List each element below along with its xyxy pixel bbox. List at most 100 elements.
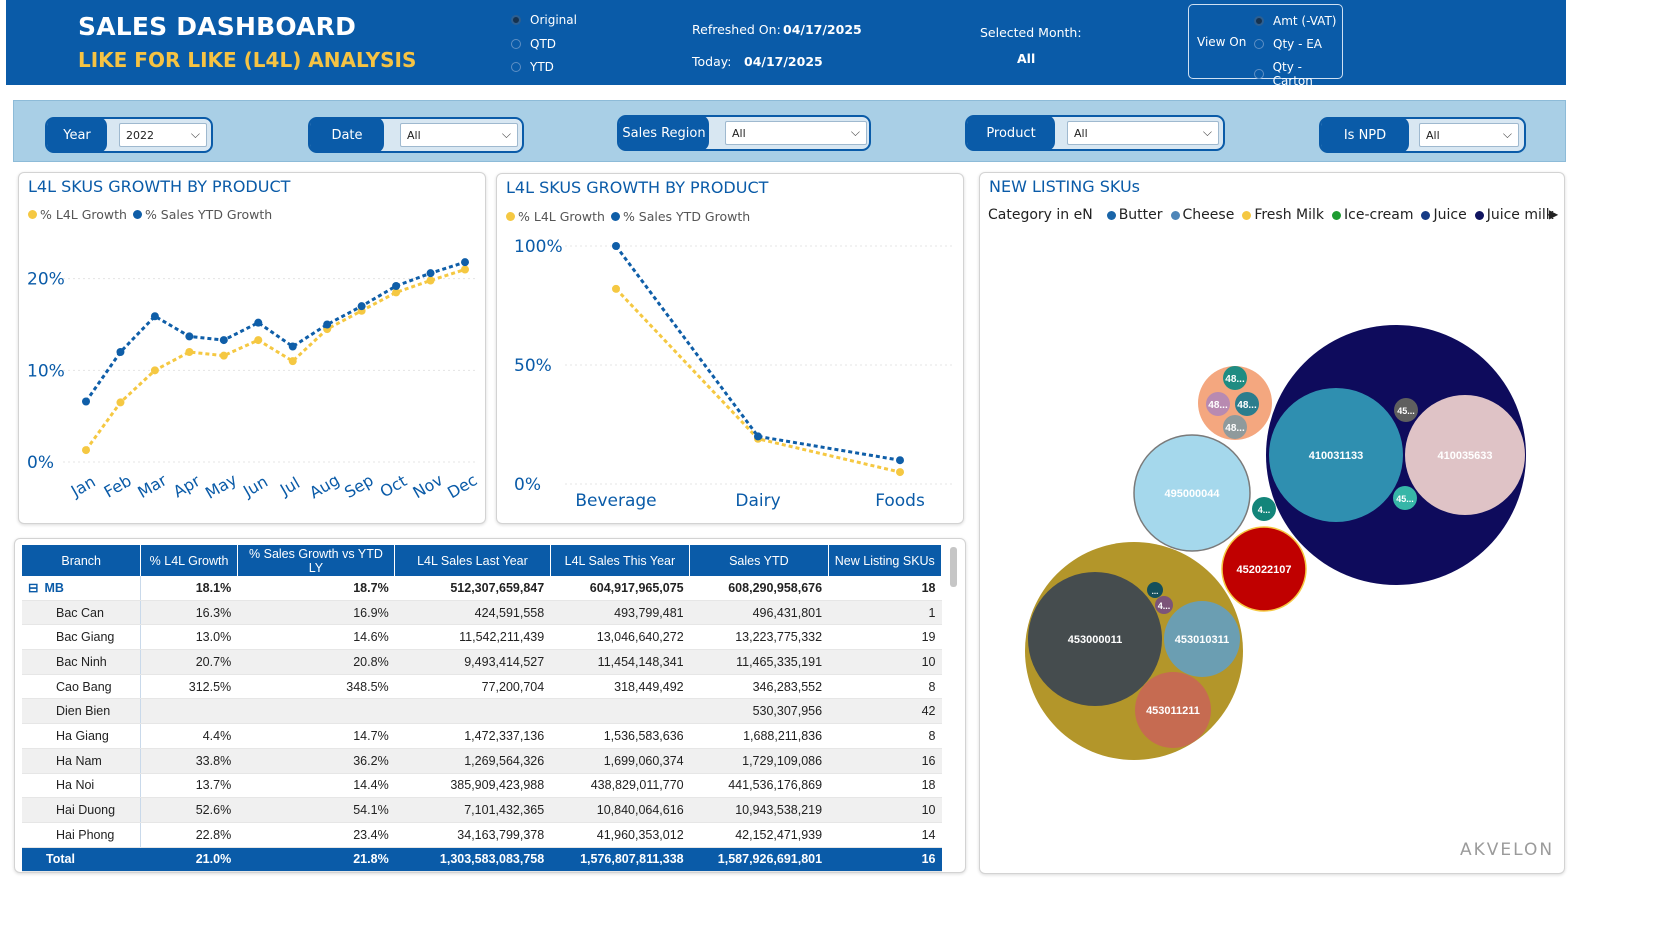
sku-bubble-label: 453010311 bbox=[1175, 634, 1229, 646]
branch-cell: Ha Giang bbox=[22, 723, 142, 749]
year-dropdown[interactable]: 2022 ⌵ bbox=[119, 123, 207, 147]
view-on-panel: View On Amt (-VAT) Qty - EA Qty - Carton bbox=[1188, 4, 1343, 88]
table-row[interactable]: Hai Phong 22.8% 23.4% 34,163,799,378 41,960,… bbox=[22, 822, 942, 848]
value-cell: 1,536,583,636 bbox=[550, 723, 690, 749]
period-option-qtd[interactable]: QTD bbox=[511, 37, 556, 51]
value-cell: 10,943,538,219 bbox=[689, 797, 829, 823]
sales-ytd-growth-point bbox=[426, 269, 435, 278]
l4l-growth-point bbox=[461, 265, 469, 274]
today-value: 04/17/2025 bbox=[744, 54, 823, 69]
value-cell: 52.6% bbox=[140, 797, 238, 823]
value-cell: 493,799,481 bbox=[550, 600, 690, 626]
sku-bubble-label: 4... bbox=[1158, 601, 1171, 611]
total-row[interactable]: Total 21.0% 21.8% 1,303,583,083,758 1,576,80… bbox=[22, 847, 942, 873]
value-cell: 16 bbox=[828, 847, 942, 873]
y-tick-label: 20% bbox=[27, 270, 65, 290]
y-tick-label: 50% bbox=[514, 356, 552, 376]
col-sales-ytd[interactable]: Sales YTD bbox=[689, 545, 829, 576]
table-row[interactable]: Bac Giang 13.0% 14.6% 11,542,211,439 13,046,… bbox=[22, 624, 942, 651]
table-row[interactable]: Bac Can 16.3% 16.9% 424,591,558 493,799,481 4… bbox=[22, 600, 942, 626]
value-cell: 18 bbox=[828, 773, 942, 799]
l4l-growth-line bbox=[614, 287, 901, 474]
value-cell: 1 bbox=[828, 600, 942, 626]
table-row[interactable]: Ha Giang 4.4% 14.7% 1,472,337,136 1,536,583,… bbox=[22, 723, 942, 749]
sales-region-dropdown[interactable]: All ⌵ bbox=[725, 121, 867, 145]
product-dropdown[interactable]: All ⌵ bbox=[1067, 121, 1219, 145]
table-scrollbar[interactable] bbox=[950, 547, 957, 587]
value-cell: 385,909,423,988 bbox=[394, 773, 551, 799]
col-l4l-growth[interactable]: % L4L Growth bbox=[140, 545, 238, 576]
value-cell: 11,542,211,439 bbox=[394, 624, 551, 651]
table-row[interactable]: Ha Noi 13.7% 14.4% 385,909,423,988 438,829,0… bbox=[22, 773, 942, 799]
table-row[interactable]: Bac Ninh 20.7% 20.8% 9,493,414,527 11,454,14… bbox=[22, 649, 942, 675]
table-row[interactable]: Cao Bang 312.5% 348.5% 77,200,704 318,449,49… bbox=[22, 674, 942, 700]
sales-ytd-growth-point bbox=[82, 397, 90, 406]
today-label: Today: bbox=[692, 54, 732, 69]
sales-ytd-growth-point bbox=[357, 302, 366, 311]
value-cell: 1,587,926,691,801 bbox=[689, 847, 829, 873]
npd-dropdown[interactable]: All ⌵ bbox=[1419, 123, 1519, 147]
value-cell: 36.2% bbox=[237, 748, 395, 774]
branch-cell: Hai Phong bbox=[22, 822, 142, 848]
col-new-listing[interactable]: New Listing SKUs bbox=[828, 545, 943, 576]
branch-cell: Dien Bien bbox=[22, 698, 142, 725]
sales-ytd-growth-point bbox=[254, 318, 263, 327]
table-row[interactable]: Dien Bien 530,307,956 42 bbox=[22, 698, 942, 725]
view-option-qty-carton[interactable]: Qty - Carton bbox=[1254, 60, 1342, 88]
value-cell: 10,840,064,616 bbox=[550, 797, 690, 823]
value-cell: 1,699,060,374 bbox=[550, 748, 690, 774]
x-tick-label: Jun bbox=[239, 472, 271, 501]
value-cell: 14.7% bbox=[237, 723, 395, 749]
table-row[interactable]: Hai Duong 52.6% 54.1% 7,101,432,365 10,840,0… bbox=[22, 797, 942, 823]
l4l-growth-point bbox=[82, 446, 90, 455]
x-tick-label: Foods bbox=[875, 491, 925, 511]
sales-ytd-growth-point bbox=[392, 282, 401, 290]
period-option-ytd[interactable]: YTD bbox=[511, 60, 554, 74]
chevron-down-icon: ⌵ bbox=[1502, 127, 1512, 141]
sku-bubble-label: 410035633 bbox=[1437, 450, 1492, 462]
value-cell: 22.8% bbox=[140, 822, 238, 848]
branch-cell: Ha Nam bbox=[22, 748, 142, 774]
sales-ytd-growth-point bbox=[185, 332, 194, 341]
chevron-down-icon: ⌵ bbox=[190, 127, 200, 141]
year-slicer: Year 2022 ⌵ bbox=[45, 117, 213, 153]
new-listing-skus-card: NEW LISTING SKUs Category in eN Butter C… bbox=[979, 172, 1565, 874]
value-cell: 424,591,558 bbox=[394, 600, 551, 626]
value-cell: 23.4% bbox=[237, 822, 395, 848]
value-cell: 18.7% bbox=[237, 576, 395, 601]
value-cell: 13,223,775,332 bbox=[689, 624, 829, 651]
collapse-icon[interactable]: ⊟ bbox=[28, 581, 38, 595]
value-cell: 7,101,432,365 bbox=[394, 797, 551, 823]
y-tick-label: 100% bbox=[514, 237, 563, 257]
npd-slicer-label: Is NPD bbox=[1321, 117, 1409, 153]
col-branch[interactable]: Branch bbox=[22, 545, 142, 576]
sales-ytd-growth-point bbox=[754, 432, 762, 441]
x-tick-label: Jul bbox=[276, 473, 303, 500]
sku-bubble-label: 453000011 bbox=[1068, 634, 1122, 646]
chevron-down-icon: ⌵ bbox=[1202, 125, 1212, 139]
value-cell: 21.0% bbox=[140, 847, 238, 873]
group-row-mb[interactable]: ⊟ MB 18.1% 18.7% 512,307,659,847 604,917,965,… bbox=[22, 576, 942, 601]
dashboard-header: SALES DASHBOARD LIKE FOR LIKE (L4L) ANAL… bbox=[6, 0, 1566, 88]
value-cell bbox=[394, 698, 551, 725]
view-option-qty-ea[interactable]: Qty - EA bbox=[1254, 37, 1322, 51]
sku-bubble-label: 452022107 bbox=[1236, 564, 1291, 576]
l4l-growth-point bbox=[288, 357, 297, 366]
product-slicer-label: Product bbox=[967, 115, 1055, 151]
l4l-growth-point bbox=[219, 351, 228, 360]
x-tick-label: Oct bbox=[377, 471, 410, 501]
year-slicer-label: Year bbox=[47, 117, 107, 153]
date-dropdown[interactable]: All ⌵ bbox=[400, 123, 518, 147]
l4l-growth-point bbox=[185, 348, 194, 356]
period-option-original[interactable]: Original bbox=[511, 13, 577, 27]
branch-cell: Cao Bang bbox=[22, 674, 142, 700]
col-l4l-last-year[interactable]: L4L Sales Last Year bbox=[394, 545, 551, 576]
table-row[interactable]: Ha Nam 33.8% 36.2% 1,269,564,326 1,699,060,3… bbox=[22, 748, 942, 774]
view-option-amt[interactable]: Amt (-VAT) bbox=[1254, 14, 1336, 28]
value-cell: 441,536,176,869 bbox=[689, 773, 829, 799]
col-sales-growth[interactable]: % Sales Growth vs YTD LY bbox=[237, 545, 396, 576]
value-cell: 33.8% bbox=[140, 748, 238, 774]
value-cell: 21.8% bbox=[237, 847, 395, 873]
col-l4l-this-year[interactable]: L4L Sales This Year bbox=[550, 545, 691, 576]
value-cell: 14.4% bbox=[237, 773, 395, 799]
